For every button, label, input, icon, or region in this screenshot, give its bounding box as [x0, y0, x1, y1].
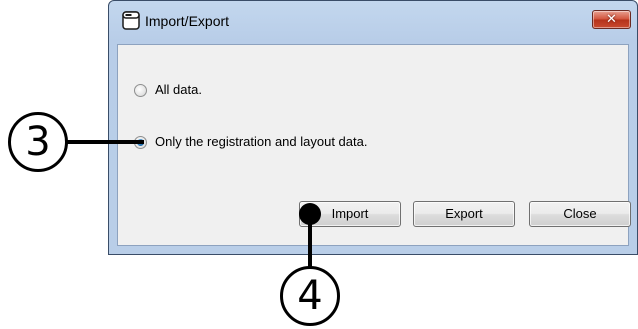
close-button[interactable]: Close	[529, 201, 631, 227]
screenshot-stage: Import/Export ✕ All data. Only the regis…	[0, 0, 638, 329]
export-button[interactable]: Export	[413, 201, 515, 227]
callout-4-circle: 4	[280, 266, 340, 326]
option-all-data-label[interactable]: All data.	[155, 82, 202, 97]
callout-3-circle: 3	[8, 112, 68, 172]
window-title: Import/Export	[145, 13, 230, 29]
radio-all-data[interactable]	[134, 84, 147, 97]
import-export-dialog: Import/Export ✕ All data. Only the regis…	[108, 0, 638, 255]
callout-3-number: 3	[25, 119, 51, 165]
option-registration-layout-label[interactable]: Only the registration and layout data.	[155, 134, 367, 149]
callout-4-number: 4	[297, 273, 323, 319]
title-bar[interactable]: Import/Export ✕	[109, 1, 637, 44]
callout-4-leader	[308, 212, 312, 272]
app-window-icon	[122, 11, 140, 30]
dialog-content: All data. Only the registration and layo…	[117, 44, 631, 246]
callout-3-leader	[66, 140, 144, 144]
window-close-button[interactable]: ✕	[592, 10, 631, 29]
close-icon: ✕	[606, 12, 617, 27]
